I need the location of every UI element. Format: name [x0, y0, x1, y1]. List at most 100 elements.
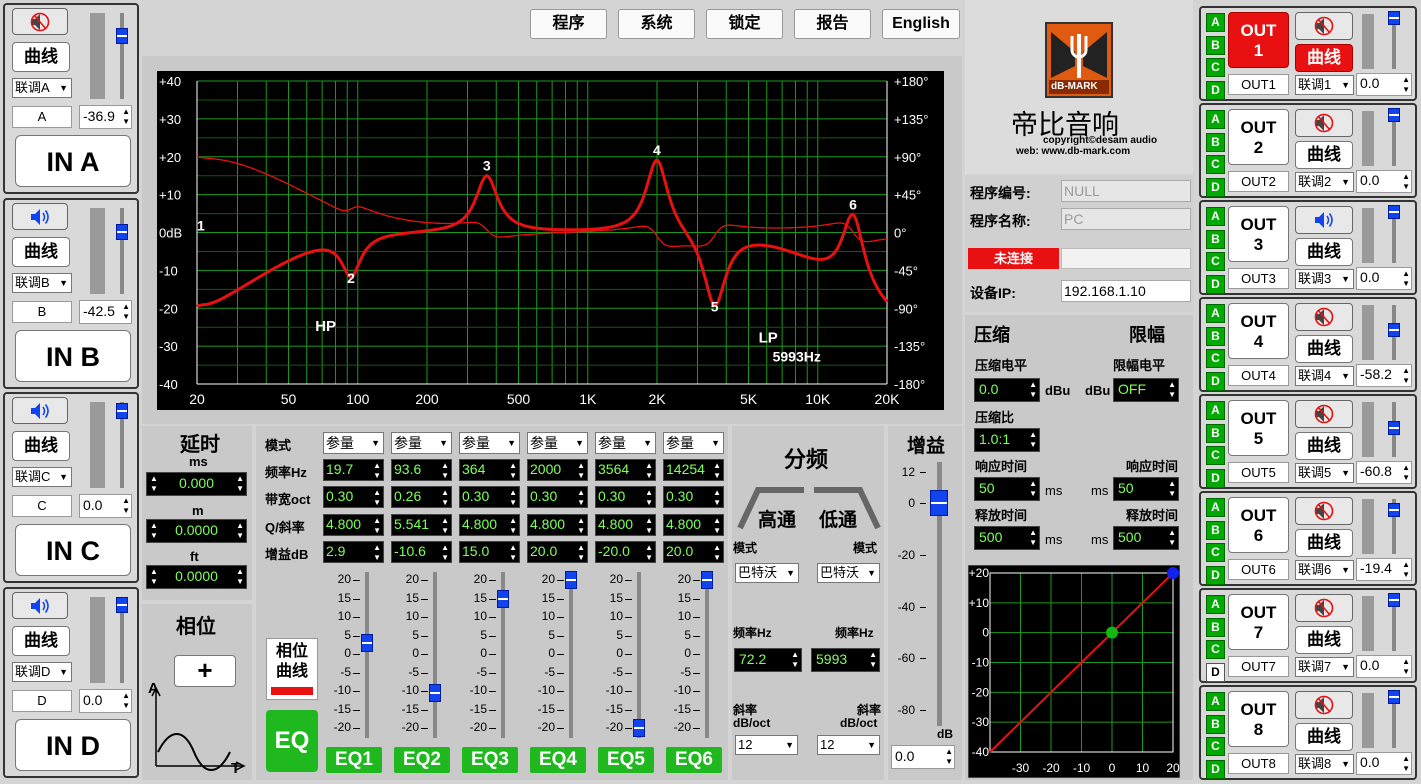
- eq-gain-slider-track[interactable]: [433, 572, 437, 738]
- output-select-button[interactable]: OUT 1: [1228, 12, 1289, 68]
- input-curve-button[interactable]: 曲线: [12, 625, 70, 656]
- input-gain-slider-track[interactable]: [120, 13, 124, 99]
- eq-band-marker[interactable]: 3: [483, 158, 491, 174]
- output-curve-button[interactable]: 曲线: [1295, 626, 1353, 654]
- output-channel-name[interactable]: OUT3: [1228, 268, 1289, 289]
- eq-q-field[interactable]: 5.541 ▲ ▼: [391, 514, 452, 536]
- input-link-select[interactable]: 联调A: [12, 78, 72, 98]
- output-route-b-button[interactable]: B: [1206, 617, 1225, 637]
- eq-bw-field[interactable]: 0.30 ▲ ▼: [663, 486, 724, 508]
- input-channel-name[interactable]: A: [12, 106, 72, 128]
- output-route-d-button[interactable]: D: [1206, 565, 1225, 585]
- limit-level-field[interactable]: OFF ▲ ▼: [1113, 378, 1179, 402]
- muted-speaker-icon[interactable]: [1295, 400, 1353, 428]
- output-link-select[interactable]: 联调2: [1295, 172, 1354, 192]
- input-gain-field[interactable]: -36.9 ▲ ▼: [79, 105, 132, 129]
- output-channel-name[interactable]: OUT1: [1228, 74, 1289, 95]
- eq-freq-field[interactable]: 3564 ▲ ▼: [595, 459, 656, 481]
- eq-freq-field[interactable]: 93.6 ▲ ▼: [391, 459, 452, 481]
- output-select-button[interactable]: OUT 6: [1228, 497, 1289, 553]
- eq-gain-field[interactable]: 20.0 ▲ ▼: [663, 541, 724, 563]
- output-route-a-button[interactable]: A: [1206, 110, 1225, 129]
- eq-band-button[interactable]: EQ3: [462, 747, 518, 773]
- output-select-button[interactable]: OUT 2: [1228, 109, 1289, 165]
- output-curve-button[interactable]: 曲线: [1295, 432, 1353, 460]
- compress-ratio-field[interactable]: 1.0:1 ▲ ▼: [974, 428, 1040, 452]
- output-route-c-button[interactable]: C: [1206, 58, 1225, 77]
- eq-freq-field[interactable]: 2000 ▲ ▼: [527, 459, 588, 481]
- output-gain-slider-knob[interactable]: [1388, 322, 1400, 337]
- eq-gain-slider-track[interactable]: [637, 572, 641, 738]
- eq-bw-field[interactable]: 0.30 ▲ ▼: [323, 486, 384, 508]
- output-curve-button[interactable]: 曲线: [1295, 141, 1353, 169]
- output-route-a-button[interactable]: A: [1206, 692, 1225, 711]
- eq-mode-select[interactable]: 参量: [391, 432, 452, 454]
- output-select-button[interactable]: OUT 4: [1228, 303, 1289, 359]
- input-gain-slider-knob[interactable]: [116, 402, 128, 419]
- output-route-a-button[interactable]: A: [1206, 13, 1225, 32]
- eq-gain-field[interactable]: -10.6 ▲ ▼: [391, 541, 452, 563]
- eq-mode-select[interactable]: 参量: [595, 432, 656, 454]
- input-name-button[interactable]: IN B: [15, 329, 131, 382]
- input-name-button[interactable]: IN D: [15, 718, 131, 771]
- eq-gain-slider-knob[interactable]: [429, 684, 441, 703]
- input-gain-field[interactable]: 0.0 ▲ ▼: [79, 494, 132, 518]
- input-gain-slider-knob[interactable]: [116, 597, 128, 614]
- output-channel-name[interactable]: OUT6: [1228, 559, 1289, 580]
- eq-gain-field[interactable]: 15.0 ▲ ▼: [459, 541, 520, 563]
- output-route-a-button[interactable]: A: [1206, 595, 1225, 614]
- input-curve-button[interactable]: 曲线: [12, 236, 70, 267]
- input-gain-slider-knob[interactable]: [116, 27, 128, 44]
- speaker-icon[interactable]: [1295, 206, 1353, 234]
- input-channel-name[interactable]: C: [12, 495, 72, 517]
- eq-gain-slider-track[interactable]: [569, 572, 573, 738]
- output-gain-field[interactable]: -19.4 ▲ ▼: [1356, 558, 1412, 581]
- output-route-b-button[interactable]: B: [1206, 35, 1225, 55]
- frequency-response-graph[interactable]: +40 +30 +20 +10 0dB -10 -20 -30 -40 +180° +135° +90…: [157, 71, 944, 410]
- compress-level-field[interactable]: 0.0 ▲ ▼: [974, 378, 1040, 402]
- output-route-b-button[interactable]: B: [1206, 229, 1225, 249]
- eq-band-marker[interactable]: 2: [347, 270, 355, 286]
- crossover-lp-slope-select[interactable]: 12: [817, 735, 880, 755]
- input-name-button[interactable]: IN A: [15, 135, 131, 187]
- eq-gain-field[interactable]: 2.9 ▲ ▼: [323, 541, 384, 563]
- output-route-c-button[interactable]: C: [1206, 349, 1225, 368]
- muted-speaker-icon[interactable]: [1295, 497, 1353, 525]
- eq-band-button[interactable]: EQ2: [394, 747, 450, 773]
- muted-speaker-icon[interactable]: [1295, 12, 1353, 40]
- output-route-d-button[interactable]: D: [1206, 759, 1225, 779]
- input-channel-name[interactable]: B: [12, 300, 72, 323]
- output-gain-slider-knob[interactable]: [1388, 420, 1400, 435]
- phase-curve-button[interactable]: 相位曲线: [266, 638, 318, 700]
- speaker-icon[interactable]: [12, 202, 68, 230]
- output-route-a-button[interactable]: A: [1206, 498, 1225, 517]
- output-gain-slider-knob[interactable]: [1388, 11, 1400, 26]
- eq-gain-field[interactable]: -20.0 ▲ ▼: [595, 541, 656, 563]
- program-number-field[interactable]: NULL: [1061, 180, 1191, 202]
- output-route-c-button[interactable]: C: [1206, 446, 1225, 465]
- eq-gain-slider-knob[interactable]: [701, 571, 713, 589]
- output-link-select[interactable]: 联调7: [1295, 657, 1354, 677]
- eq-gain-slider-track[interactable]: [705, 572, 709, 738]
- eq-q-field[interactable]: 4.800 ▲ ▼: [323, 514, 384, 536]
- eq-bw-field[interactable]: 0.30 ▲ ▼: [527, 486, 588, 508]
- eq-band-marker[interactable]: 5: [711, 298, 719, 314]
- output-gain-slider-knob[interactable]: [1388, 593, 1400, 608]
- eq-q-field[interactable]: 4.800 ▲ ▼: [595, 514, 656, 536]
- output-gain-field[interactable]: 0.0 ▲ ▼: [1356, 267, 1412, 290]
- output-gain-slider-knob[interactable]: [1388, 108, 1400, 123]
- output-route-d-button[interactable]: D: [1206, 468, 1225, 488]
- speaker-icon[interactable]: [12, 591, 68, 619]
- eq-gain-slider-knob[interactable]: [497, 589, 509, 608]
- output-route-c-button[interactable]: C: [1206, 737, 1225, 756]
- eq-gain-slider-track[interactable]: [365, 572, 369, 738]
- output-route-b-button[interactable]: B: [1206, 132, 1225, 152]
- output-select-button[interactable]: OUT 5: [1228, 400, 1289, 456]
- limit-attack-field[interactable]: 50 ▲ ▼: [1113, 477, 1179, 501]
- input-channel-name[interactable]: D: [12, 689, 72, 712]
- device-ip-field[interactable]: 192.168.1.10: [1061, 280, 1191, 302]
- hp-marker[interactable]: HP: [315, 318, 336, 335]
- eq-mode-select[interactable]: 参量: [663, 432, 724, 454]
- eq-bw-field[interactable]: 0.30 ▲ ▼: [459, 486, 520, 508]
- output-route-c-button[interactable]: C: [1206, 155, 1225, 174]
